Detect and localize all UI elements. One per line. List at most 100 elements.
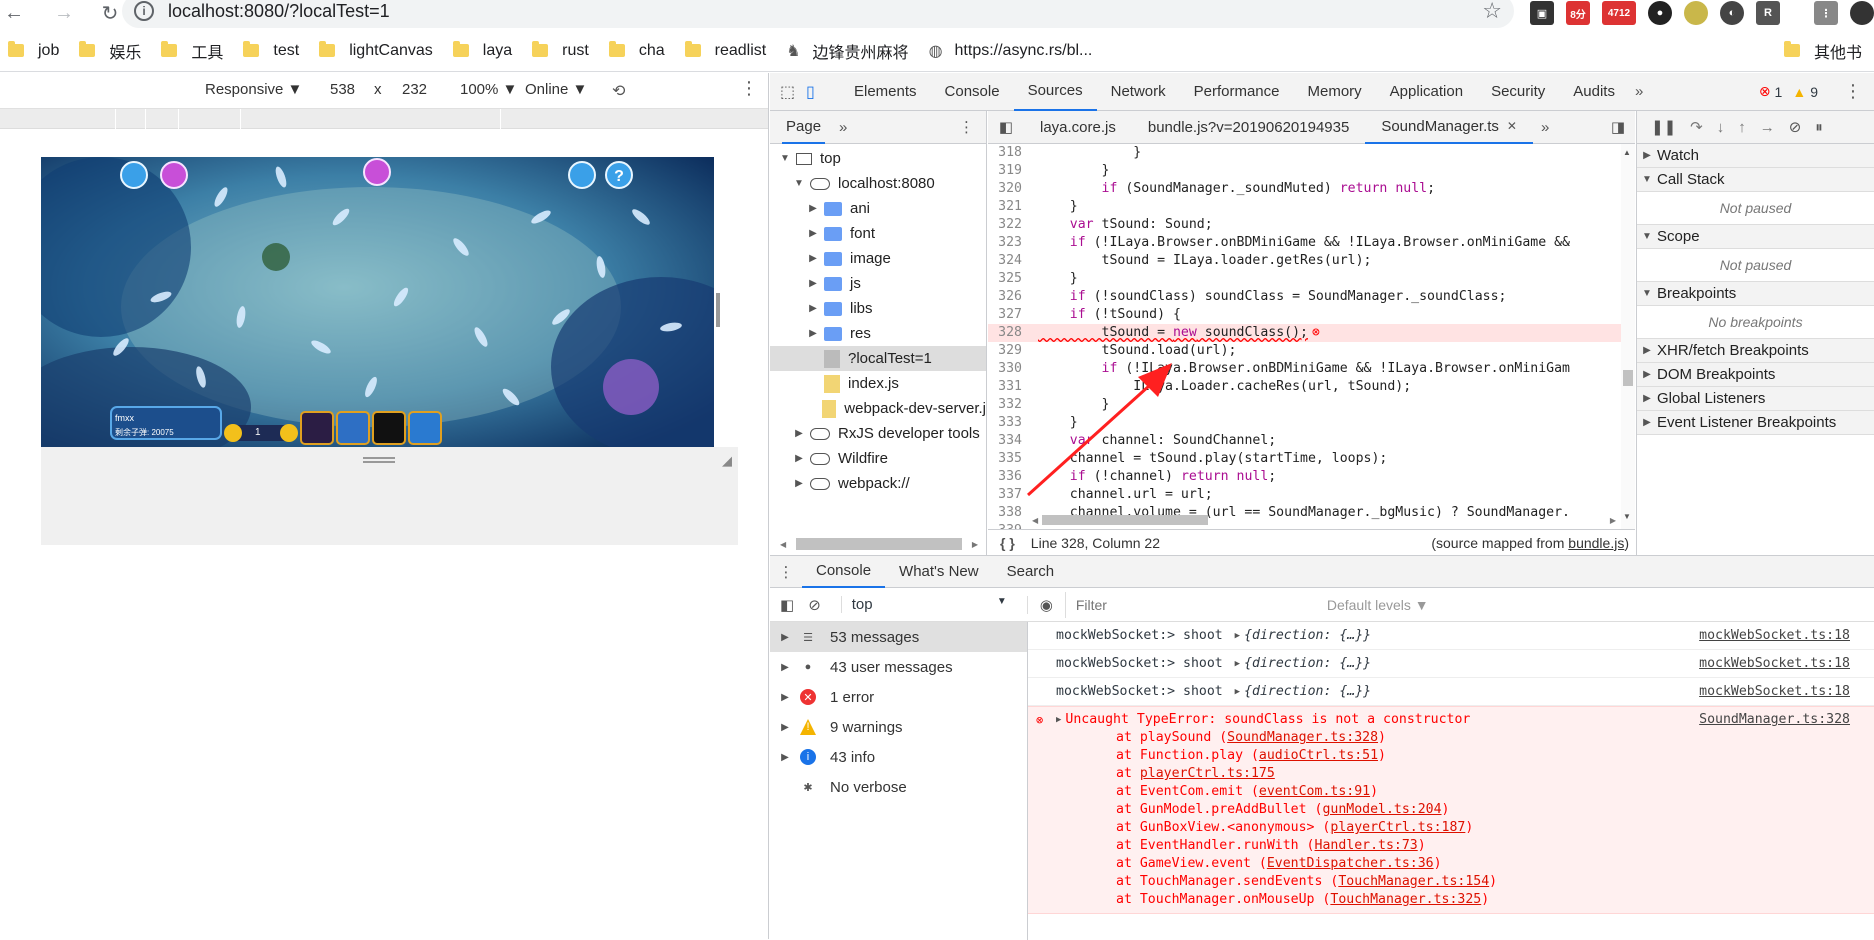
tree-item[interactable]: ▶ image <box>770 246 986 271</box>
expand-arrow-icon[interactable]: ▶ <box>1235 659 1240 669</box>
tree-item[interactable]: ▼ top <box>770 146 986 171</box>
expand-arrow-icon[interactable]: ▼ <box>778 153 792 164</box>
bookmark-item[interactable]: ◍ https://async.rs/bl... <box>921 30 1105 72</box>
line-number[interactable]: 327 <box>988 306 1030 324</box>
more-files-icon[interactable]: » <box>1541 119 1549 136</box>
extension-icon[interactable]: ◐ <box>1720 1 1744 25</box>
expand-arrow-icon[interactable]: ▶ <box>806 228 820 239</box>
line-number[interactable]: 319 <box>988 162 1030 180</box>
step-out-icon[interactable]: ↑ <box>1738 119 1746 136</box>
drawer-menu-icon[interactable]: ⋮ <box>770 563 802 581</box>
tab-network[interactable]: Network <box>1097 73 1180 111</box>
more-nav-tabs-icon[interactable]: » <box>839 119 847 136</box>
log-source-link[interactable]: mockWebSocket.ts:18 <box>1699 656 1850 671</box>
editor-horizontal-scrollbar[interactable]: ◀ ▶ <box>1032 514 1616 526</box>
stack-frame-link[interactable]: gunModel.ts:204 <box>1322 802 1441 817</box>
rotate-icon[interactable]: ⟲ <box>612 81 625 101</box>
menu-dots-icon[interactable]: ⋮ <box>1814 1 1838 25</box>
console-filter-item[interactable]: ▶ ✕ 1 error <box>770 682 1027 712</box>
code-line[interactable]: 320 if (SoundManager._soundMuted) return… <box>988 180 1635 198</box>
expand-arrow-icon[interactable]: ▶ <box>1235 631 1240 641</box>
bookmark-item[interactable]: rust <box>524 30 601 72</box>
code-line[interactable]: 321 } <box>988 198 1635 216</box>
tree-item[interactable]: ▶ webpack:// <box>770 471 986 496</box>
editor-tab[interactable]: bundle.js?v=20190620194935 <box>1132 111 1365 144</box>
expand-arrow-icon[interactable]: ▶ <box>806 253 820 264</box>
line-number[interactable]: 323 <box>988 234 1030 252</box>
nav-menu-icon[interactable]: ⋮ <box>959 118 974 136</box>
tab-security[interactable]: Security <box>1477 73 1559 111</box>
extension-badge-icon[interactable]: 8分 <box>1566 1 1590 25</box>
bookmark-item[interactable]: lightCanvas <box>311 30 445 72</box>
console-filter-input[interactable] <box>1064 591 1315 618</box>
code-line[interactable]: 324 tSound = ILaya.loader.getRes(url); <box>988 252 1635 270</box>
resize-corner-icon[interactable]: ◢ <box>722 453 732 469</box>
devtools-menu-icon[interactable]: ⋮ <box>1844 81 1862 102</box>
pane-global-listeners[interactable]: ▶ Global Listeners <box>1637 387 1874 411</box>
tab-audits[interactable]: Audits <box>1559 73 1629 111</box>
step-icon[interactable]: → <box>1760 119 1775 136</box>
expand-arrow-icon[interactable]: ▶ <box>792 453 806 464</box>
source-map-link[interactable]: bundle.js <box>1568 535 1624 551</box>
bookmark-item[interactable]: test <box>235 30 311 72</box>
tree-item[interactable]: ?localTest=1 <box>770 346 986 371</box>
address-bar[interactable]: i localhost:8080/?localTest=1 ☆ <box>122 0 1514 28</box>
bookmark-item[interactable]: readlist <box>677 30 779 72</box>
expand-arrow-icon[interactable]: ▶ <box>792 428 806 439</box>
extension-icon[interactable]: R <box>1756 1 1780 25</box>
pane-dom-breakpoints[interactable]: ▶ DOM Breakpoints <box>1637 363 1874 387</box>
console-log-message[interactable]: mockWebSocket:> shoot ▶ {direction: {…}} m… <box>1028 622 1874 650</box>
code-line[interactable]: 322 var tSound: Sound; <box>988 216 1635 234</box>
stack-frame-link[interactable]: TouchManager.ts:325 <box>1330 892 1481 907</box>
pane-breakpoints[interactable]: ▼ Breakpoints <box>1637 282 1874 306</box>
step-into-icon[interactable]: ↓ <box>1717 119 1725 136</box>
line-number[interactable]: 325 <box>988 270 1030 288</box>
line-number[interactable]: 324 <box>988 252 1030 270</box>
toggle-debugger-icon[interactable]: ◨ <box>1611 118 1625 136</box>
stack-frame-link[interactable]: TouchManager.ts:154 <box>1338 874 1489 889</box>
line-number[interactable]: 320 <box>988 180 1030 198</box>
line-number[interactable]: 339 <box>988 522 1030 529</box>
tab-console[interactable]: Console <box>931 73 1014 111</box>
device-mode-select[interactable]: Responsive ▼ <box>205 81 302 98</box>
error-source-link[interactable]: SoundManager.ts:328 <box>1699 711 1850 729</box>
site-info-icon[interactable]: i <box>134 1 154 21</box>
toggle-navigator-icon[interactable]: ◧ <box>988 118 1024 136</box>
console-filter-item[interactable]: ▶ ● 43 user messages <box>770 652 1027 682</box>
drawer-tab-search[interactable]: Search <box>993 556 1069 588</box>
console-filter-item[interactable]: ✱ No verbose <box>770 772 1027 802</box>
back-icon[interactable]: ← <box>0 0 28 26</box>
code-line[interactable]: 325 } <box>988 270 1635 288</box>
extension-icon[interactable]: ▣ <box>1530 1 1554 25</box>
network-select[interactable]: Online ▼ <box>525 81 587 98</box>
tree-item[interactable]: index.js <box>770 371 986 396</box>
code-line[interactable]: 319 } <box>988 162 1635 180</box>
inspect-icon[interactable]: ⬚ <box>780 82 802 102</box>
drawer-tab-what-s-new[interactable]: What's New <box>885 556 993 588</box>
zoom-select[interactable]: 100% ▼ <box>460 81 517 98</box>
line-number[interactable]: 338 <box>988 504 1030 522</box>
code-line[interactable]: 327 if (!tSound) { <box>988 306 1635 324</box>
pane-xhr-fetch-breakpoints[interactable]: ▶ XHR/fetch Breakpoints <box>1637 339 1874 363</box>
pane-event-listener-breakpoints[interactable]: ▶ Event Listener Breakpoints <box>1637 411 1874 435</box>
expand-arrow-icon[interactable]: ▶ <box>1056 711 1061 729</box>
tree-item[interactable]: ▶ libs <box>770 296 986 321</box>
inline-error-icon[interactable]: ⊗ <box>1312 324 1320 342</box>
tree-item[interactable]: ▶ RxJS developer tools <box>770 421 986 446</box>
other-bookmarks[interactable]: 其他书 <box>1776 30 1874 72</box>
bookmark-item[interactable]: 工具 <box>153 30 235 72</box>
line-number[interactable]: 326 <box>988 288 1030 306</box>
live-expression-eye-icon[interactable]: ◉ <box>1026 595 1053 614</box>
console-sidebar-toggle-icon[interactable]: ◧ <box>780 596 794 614</box>
console-log-message[interactable]: mockWebSocket:> shoot ▶ {direction: {…}} m… <box>1028 650 1874 678</box>
console-filter-item[interactable]: ▶ i 43 info <box>770 742 1027 772</box>
tree-item[interactable]: ▶ font <box>770 221 986 246</box>
log-source-link[interactable]: mockWebSocket.ts:18 <box>1699 684 1850 699</box>
avatar[interactable] <box>1850 1 1874 25</box>
extension-icon[interactable] <box>1684 1 1708 25</box>
extension-icon[interactable]: ● <box>1648 1 1672 25</box>
pause-icon[interactable]: ❚❚ <box>1651 118 1676 136</box>
game-viewport[interactable]: ? fmxx 剩余子弹: 20075 1 <box>41 157 714 447</box>
line-number[interactable]: 322 <box>988 216 1030 234</box>
editor-tab[interactable]: SoundManager.ts ✕ <box>1365 111 1533 144</box>
